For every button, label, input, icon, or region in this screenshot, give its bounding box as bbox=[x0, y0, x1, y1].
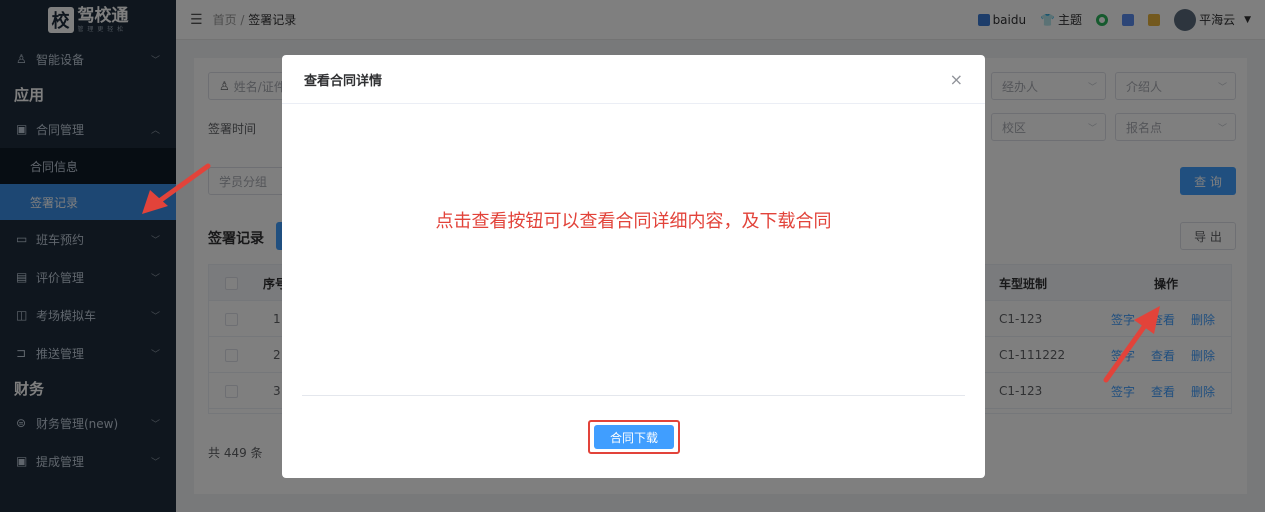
close-icon[interactable]: × bbox=[950, 70, 963, 89]
contract-download-button[interactable]: 合同下载 bbox=[594, 425, 674, 449]
divider bbox=[302, 395, 965, 396]
instruction-text: 点击查看按钮可以查看合同详细内容，及下载合同 bbox=[435, 211, 832, 232]
dialog-header: 查看合同详情 × bbox=[282, 55, 985, 104]
annotation-arrow-left bbox=[142, 163, 211, 214]
dialog-title: 查看合同详情 bbox=[304, 73, 383, 89]
annotation-arrow-right bbox=[1103, 306, 1160, 383]
contract-detail-dialog: 查看合同详情 × 点击查看按钮可以查看合同详细内容，及下载合同 合同下载 bbox=[282, 55, 985, 478]
dialog-body: 点击查看按钮可以查看合同详细内容，及下载合同 bbox=[282, 104, 985, 396]
